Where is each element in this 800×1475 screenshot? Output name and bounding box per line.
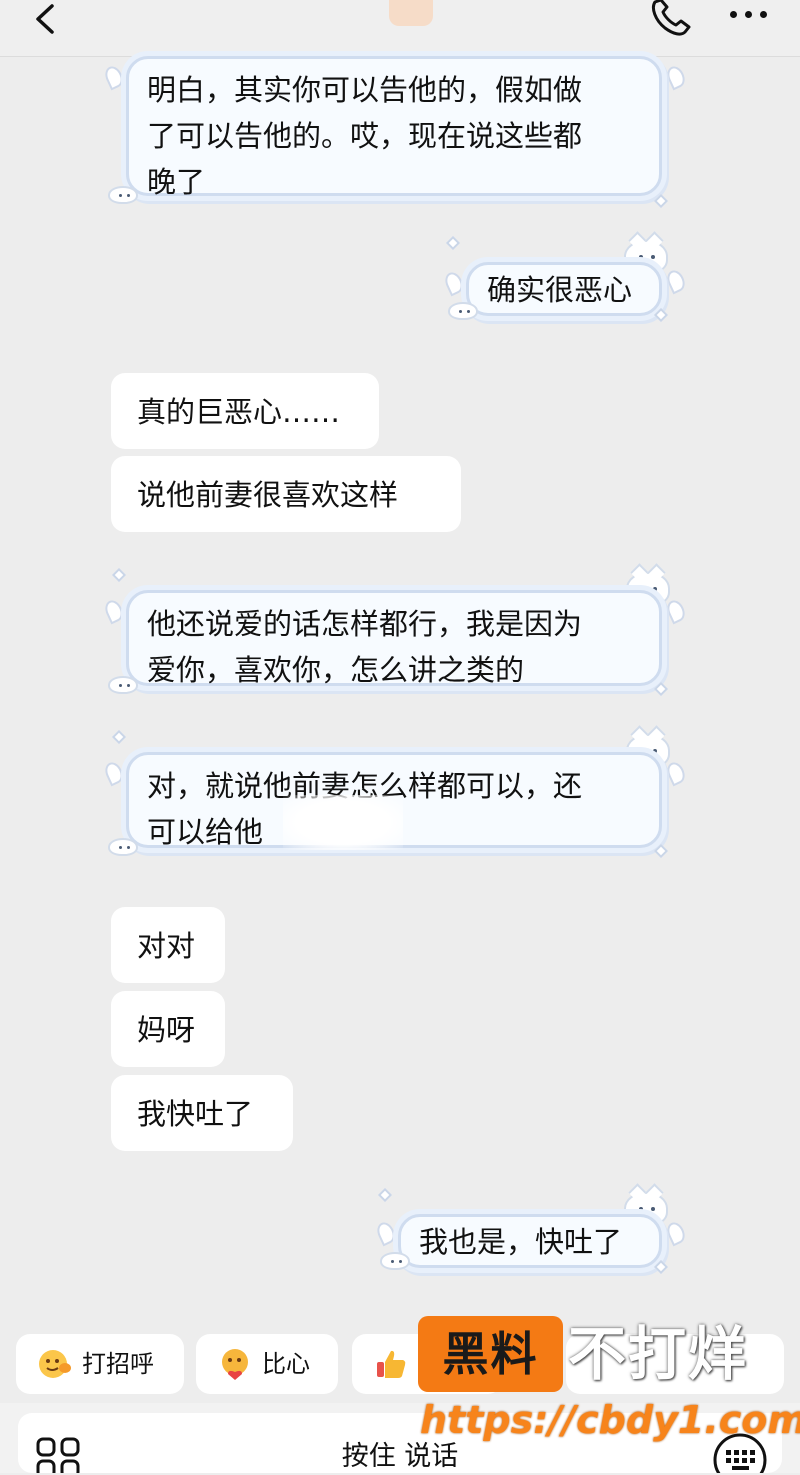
blob-sticker-icon [380,1252,410,1270]
more-horizontal-icon[interactable] [730,0,770,30]
watermark-slogan: 不打烊 [568,1320,749,1388]
message-bubble[interactable]: 我快吐了 [111,1075,293,1151]
chevron-left-icon[interactable] [28,2,68,42]
blob-sticker-icon [108,676,138,694]
apps-grid-icon[interactable] [36,1437,84,1473]
message-bubble[interactable]: 对对 [111,907,225,983]
leaf-decoration-icon [374,1219,398,1247]
message-bubble[interactable]: 说他前妻很喜欢这样 [111,456,461,532]
message-line: 他还说爱的话怎样都行，我是因为 [147,607,583,641]
star-decoration-icon [653,681,669,697]
quick-reply-label: 比心 [262,1350,310,1378]
star-decoration-icon [653,193,669,209]
contact-avatar[interactable] [389,0,433,26]
star-decoration-icon [653,1259,669,1275]
watermark-badge: 黑料 [418,1316,563,1392]
star-decoration-icon [111,567,127,583]
star-decoration-icon [445,235,461,251]
leaf-decoration-icon [664,63,688,91]
leaf-decoration-icon [664,1219,688,1247]
message-line: 我也是，快吐了 [419,1225,623,1259]
star-decoration-icon [377,1187,393,1203]
quick-reply-label: 打招呼 [82,1350,154,1378]
blob-sticker-icon [108,838,138,856]
leaf-decoration-icon [102,597,126,625]
leaf-decoration-icon [442,269,466,297]
wave-emoji-icon [39,1350,71,1378]
leaf-decoration-icon [664,597,688,625]
chat-header [0,0,800,57]
quick-reply-greet[interactable]: 打招呼 [16,1334,184,1394]
message-bubble[interactable]: 妈呀 [111,991,225,1067]
phone-icon[interactable] [645,0,693,40]
message-bubble[interactable]: 确实很恶心 [466,262,662,316]
message-bubble[interactable]: 真的巨恶心…… [111,373,379,449]
star-decoration-icon [653,843,669,859]
message-line: 了可以告他的。哎，现在说这些都 [147,119,583,153]
watermark-url: https://cbdy1.com [420,1398,800,1442]
leaf-decoration-icon [102,759,126,787]
thumbs-up-emoji-icon [377,1350,406,1378]
blob-sticker-icon [448,302,478,320]
message-bubble[interactable]: 我也是，快吐了 [398,1214,662,1268]
heart-hands-emoji-icon [222,1349,248,1380]
watermark-badge-text: 黑料 [442,1327,539,1381]
star-decoration-icon [653,307,669,323]
leaf-decoration-icon [664,759,688,787]
message-line: 明白，其实你可以告他的，假如做 [147,73,583,107]
message-line: 爱你，喜欢你，怎么讲之类的 [147,653,525,687]
message-line: 确实很恶心 [487,273,633,307]
quick-reply-heart[interactable]: 比心 [196,1334,338,1394]
leaf-decoration-icon [664,267,688,295]
blob-sticker-icon [108,186,138,204]
star-decoration-icon [111,729,127,745]
message-bubble[interactable]: 明白，其实你可以告他的，假如做 了可以告他的。哎，现在说这些都 晚了 [126,56,662,199]
hold-to-talk-label: 按住 说话 [341,1441,459,1472]
leaf-decoration-icon [102,63,126,91]
redaction-blur [283,795,403,850]
message-line: 晚了 [147,165,206,199]
message-bubble[interactable]: 他还说爱的话怎样都行，我是因为 爱你，喜欢你，怎么讲之类的 [126,590,662,687]
